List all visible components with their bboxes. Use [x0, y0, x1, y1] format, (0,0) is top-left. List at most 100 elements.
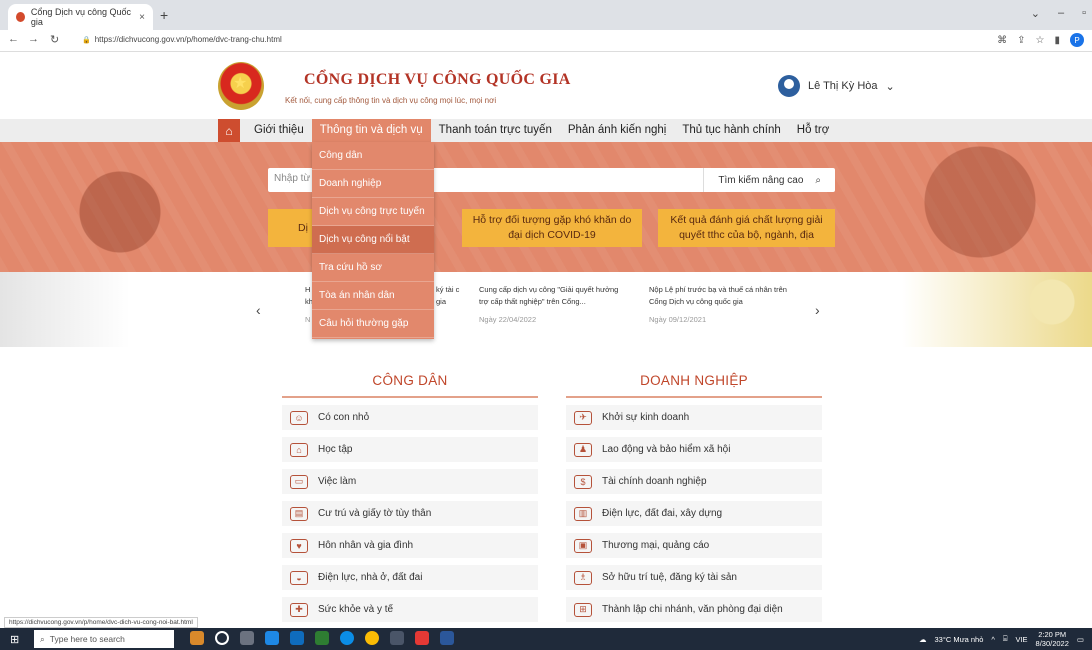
- zalo-icon[interactable]: [265, 631, 279, 645]
- weather-text[interactable]: 33°C Mưa nhỏ: [935, 635, 984, 644]
- cortana-icon[interactable]: [215, 631, 229, 645]
- share-icon[interactable]: ⇪: [1017, 35, 1025, 46]
- browser-tab[interactable]: Cổng Dịch vụ công Quốc gia ×: [8, 4, 153, 30]
- reload-icon[interactable]: ↻: [50, 33, 59, 46]
- category-label: Sức khỏe và y tế: [318, 604, 394, 615]
- tray-chevron-icon[interactable]: ^: [991, 635, 995, 644]
- store-icon[interactable]: [390, 631, 404, 645]
- close-tab-icon[interactable]: ×: [139, 12, 145, 23]
- search-icon[interactable]: ⌕: [815, 175, 821, 186]
- word-icon[interactable]: [440, 631, 454, 645]
- site-title[interactable]: CỔNG DỊCH VỤ CÔNG QUỐC GIA: [304, 71, 571, 89]
- taskbar-search[interactable]: ⌕ Type here to search: [34, 630, 174, 648]
- back-icon[interactable]: ←: [8, 33, 19, 45]
- category-item[interactable]: $ Tài chính doanh nghiệp: [566, 469, 822, 494]
- forward-icon[interactable]: →: [28, 33, 39, 45]
- clock[interactable]: 2:20 PM 8/30/2022: [1036, 630, 1069, 648]
- nav-gioi-thieu[interactable]: Giới thiệu: [246, 119, 312, 142]
- sidepanel-icon[interactable]: ▮: [1054, 35, 1060, 46]
- dropdown-item-dvc-truc-tuyen[interactable]: Dịch vụ công trực tuyến: [312, 198, 434, 226]
- tab-title: Cổng Dịch vụ công Quốc gia: [30, 7, 131, 27]
- dropdown-item-tra-cuu[interactable]: Tra cứu hồ sơ: [312, 254, 434, 282]
- category-label: Điện lực, nhà ở, đất đai: [318, 572, 423, 583]
- hero-button-danh-gia[interactable]: Kết quả đánh giá chất lượng giải quyết t…: [658, 209, 835, 247]
- site-subtitle: Kết nối, cung cấp thông tin và dịch vụ c…: [285, 96, 497, 105]
- house-land-icon: ◒: [290, 570, 308, 585]
- baby-icon: ☺: [290, 410, 308, 425]
- notification-icon[interactable]: ▭: [1077, 635, 1084, 644]
- news-carousel: ‹ H kh N ký tài c gia Cung cấp dịch vụ c…: [0, 272, 1092, 347]
- user-avatar-icon: [778, 75, 800, 97]
- nav-thanh-toan[interactable]: Thanh toán trực tuyến: [431, 119, 560, 142]
- lock-icon: 🔒: [82, 36, 91, 44]
- category-item[interactable]: ♥ Hôn nhân và gia đình: [282, 533, 538, 558]
- url-field[interactable]: 🔒 https://dichvucong.gov.vn/p/home/dvc-t…: [82, 35, 282, 44]
- new-tab-button[interactable]: +: [160, 7, 168, 23]
- category-item[interactable]: ☺ Có con nhỏ: [282, 405, 538, 430]
- category-item[interactable]: ▤ Cư trú và giấy tờ tùy thân: [282, 501, 538, 526]
- news-left-decoration: [0, 272, 130, 347]
- hero-button-label: Dị: [298, 221, 308, 234]
- category-label: Sở hữu trí tuệ, đăng ký tài sản: [602, 572, 737, 583]
- nav-ho-tro[interactable]: Hỗ trợ: [789, 119, 837, 142]
- mail-icon[interactable]: [290, 631, 304, 645]
- minimize-icon[interactable]: –: [1058, 7, 1064, 20]
- taskbar-search-input[interactable]: Type here to search: [50, 634, 125, 644]
- carousel-prev-icon[interactable]: ‹: [256, 302, 261, 318]
- dropdown-item-dvc-noi-bat[interactable]: Dịch vụ công nổi bật: [312, 226, 434, 254]
- dropdown-item-cau-hoi[interactable]: Câu hỏi thường gặp: [312, 310, 434, 338]
- category-label: Điện lực, đất đai, xây dựng: [602, 508, 723, 519]
- category-label: Cư trú và giấy tờ tùy thân: [318, 508, 432, 519]
- lotus-decoration: [902, 272, 1092, 347]
- advanced-search-button[interactable]: Tìm kiếm nâng cao ⌕: [703, 168, 835, 192]
- edge-icon[interactable]: [340, 631, 354, 645]
- category-item[interactable]: ♟ Lao động và bảo hiểm xã hội: [566, 437, 822, 462]
- category-label: Học tập: [318, 444, 353, 455]
- home-icon[interactable]: ⌂: [218, 119, 240, 142]
- network-icon[interactable]: ⌸: [1003, 634, 1008, 644]
- user-name: Lê Thị Kỳ Hòa: [808, 80, 878, 92]
- window-controls: ⌄ – ▫: [1031, 7, 1086, 20]
- category-item[interactable]: ♗ Sở hữu trí tuệ, đăng ký tài sản: [566, 565, 822, 590]
- windows-start-icon[interactable]: ⊞: [10, 633, 19, 646]
- restore-icon[interactable]: ▫: [1082, 7, 1086, 20]
- category-item[interactable]: ▣ Thương mại, quảng cáo: [566, 533, 822, 558]
- nav-thong-tin-dich-vu[interactable]: Thông tin và dịch vụ: [311, 119, 431, 142]
- tab-search-icon[interactable]: ⌄: [1031, 7, 1040, 20]
- category-item[interactable]: ✈ Khởi sự kinh doanh: [566, 405, 822, 430]
- language-indicator[interactable]: VIE: [1015, 635, 1027, 644]
- category-item[interactable]: ⌂ Học tập: [282, 437, 538, 462]
- news-date: Ngày 22/04/2022: [479, 315, 537, 324]
- nav-thu-tuc[interactable]: Thủ tục hành chính: [674, 119, 788, 142]
- task-view-icon[interactable]: [240, 631, 254, 645]
- news-item-partial-right[interactable]: ký tài c gia: [436, 284, 462, 308]
- category-item[interactable]: ◒ Điện lực, nhà ở, đất đai: [282, 565, 538, 590]
- news-item[interactable]: Cung cấp dịch vụ công "Giải quyết hưởng …: [479, 284, 629, 326]
- bookmark-star-icon[interactable]: ☆: [1036, 35, 1045, 46]
- dropdown-item-doanh-nghiep[interactable]: Doanh nghiệp: [312, 170, 434, 198]
- weather-icon[interactable]: ☁: [919, 635, 927, 644]
- search-input[interactable]: Nhập từ: [274, 173, 310, 184]
- widgets-icon[interactable]: [190, 631, 204, 645]
- dropdown-item-cong-dan[interactable]: Công dân: [312, 142, 434, 170]
- carousel-next-icon[interactable]: ›: [815, 302, 820, 318]
- org-chart-icon: ⊞: [574, 602, 592, 617]
- category-item[interactable]: ✚ Sức khỏe và y tế: [282, 597, 538, 622]
- category-item[interactable]: ⊞ Thành lập chi nhánh, văn phòng đại diện: [566, 597, 822, 622]
- taskbar-apps: [190, 631, 454, 645]
- excel-icon[interactable]: [315, 631, 329, 645]
- category-label: Lao động và bảo hiểm xã hội: [602, 444, 731, 455]
- hero-button-covid[interactable]: Hỗ trợ đối tượng gặp khó khăn do đại dịc…: [462, 209, 642, 247]
- category-item[interactable]: ▭ Việc làm: [282, 469, 538, 494]
- profile-avatar[interactable]: P: [1070, 33, 1084, 47]
- news-item[interactable]: Nộp Lệ phí trước bạ và thuế cá nhân trên…: [649, 284, 799, 326]
- category-item[interactable]: ▥ Điện lực, đất đai, xây dựng: [566, 501, 822, 526]
- hero-banner: Nhập từ Tìm kiếm nâng cao ⌕ Dị Hỗ trợ đố…: [0, 142, 1092, 272]
- dropdown-item-toa-an[interactable]: Tòa án nhân dân: [312, 282, 434, 310]
- national-emblem-icon[interactable]: [218, 62, 264, 110]
- nav-phan-anh[interactable]: Phản ánh kiến nghị: [560, 119, 674, 142]
- translate-icon[interactable]: ⌘: [997, 35, 1007, 46]
- app-icon[interactable]: [415, 631, 429, 645]
- chrome-icon[interactable]: [365, 631, 379, 645]
- user-menu[interactable]: Lê Thị Kỳ Hòa ⌄: [778, 75, 895, 97]
